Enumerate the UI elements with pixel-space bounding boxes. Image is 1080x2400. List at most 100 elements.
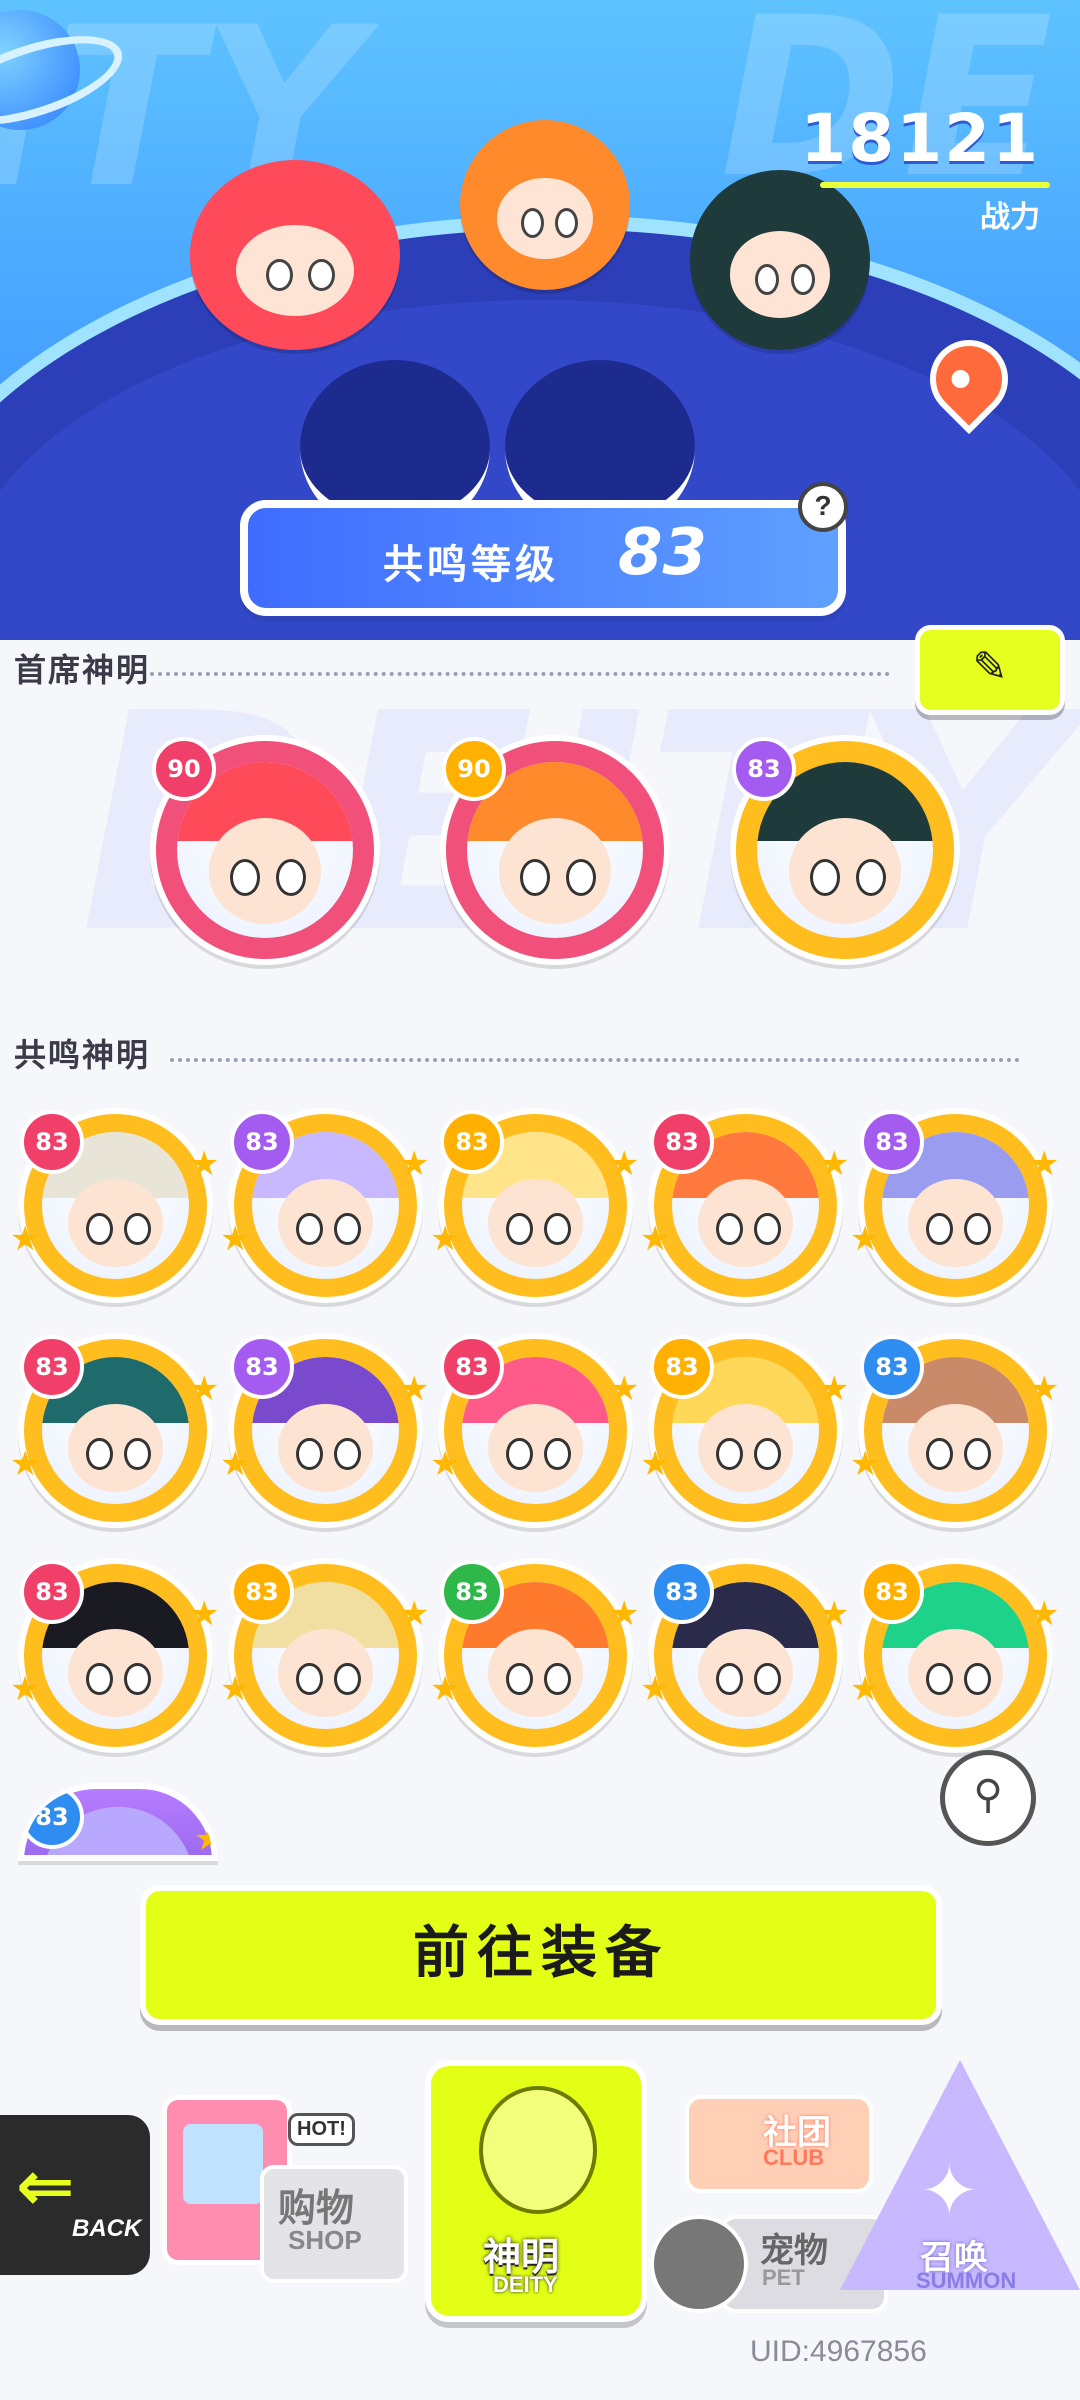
rank-star-icon: ★ <box>850 1445 881 1483</box>
rank-star-icon: ★ <box>399 1145 430 1183</box>
resonance-deity-card[interactable]: 83 ★ ★ <box>430 1558 639 1753</box>
portrait-eye <box>964 1212 991 1246</box>
nav-shop[interactable]: HOT! 购物 SHOP <box>150 2055 410 2285</box>
portrait-eye <box>926 1662 953 1696</box>
user-id-label: UID:4967856 <box>750 2335 927 2368</box>
rank-star-icon: ★ <box>189 1145 220 1183</box>
chief-deity-model-2[interactable] <box>460 120 630 290</box>
resonance-deity-card[interactable]: 83★★ <box>430 1333 639 1528</box>
portrait-eye <box>544 1212 571 1246</box>
pet-label-en: PET <box>762 2265 805 2290</box>
chief-deity-card-3[interactable]: 83 <box>730 735 960 965</box>
combat-power-label: 战力 <box>980 201 1040 234</box>
resonance-deities-title: 共鸣神明 <box>14 1037 151 1073</box>
rank-star-icon: ★ <box>430 1670 461 1708</box>
resonance-deity-card[interactable]: 83★★ <box>640 1108 849 1303</box>
rank-star-icon: ★ <box>1029 1595 1060 1633</box>
portrait-eye <box>544 1662 571 1696</box>
portrait-eye <box>506 1437 533 1471</box>
level-badge: 83 <box>650 1110 714 1174</box>
rank-star-icon: ★ <box>430 1445 461 1483</box>
rank-star-icon: ★ <box>189 1595 220 1633</box>
portrait-eye <box>544 1437 571 1471</box>
level-badge: 83 <box>20 1335 84 1399</box>
rank-star-icon: ★ <box>1029 1370 1060 1408</box>
rank-star-icon: ★ <box>609 1595 640 1633</box>
level-badge: 83 <box>440 1110 504 1174</box>
section-divider <box>150 672 890 676</box>
portrait-eye <box>716 1212 743 1246</box>
rank-star-icon: ★ <box>819 1370 850 1408</box>
level-badge: 83 <box>20 1110 84 1174</box>
resonance-deity-card[interactable]: 83★★ <box>640 1558 849 1753</box>
resonance-deity-card[interactable]: 83★★ <box>850 1108 1059 1303</box>
resonance-deity-card[interactable]: 83★★ <box>220 1333 429 1528</box>
rank-star-icon: ★ <box>10 1220 41 1258</box>
portrait-eye <box>716 1662 743 1696</box>
back-label: BACK <box>72 2215 142 2242</box>
resonance-deity-card[interactable]: 83★★ <box>850 1558 1059 1753</box>
combat-power-underline <box>820 182 1050 188</box>
chief-deity-model-1[interactable] <box>190 160 400 350</box>
rank-star-icon: ★ <box>850 1220 881 1258</box>
resonance-deity-card[interactable]: 83 ★ ★ <box>640 1333 849 1528</box>
deity-mascot-icon <box>479 2086 597 2214</box>
portrait-eye <box>86 1662 113 1696</box>
pencil-icon: ✎ <box>972 643 1008 690</box>
club-label-en: CLUB <box>763 2145 825 2170</box>
level-badge: 83 <box>650 1560 714 1624</box>
level-badge: 83 <box>24 1789 84 1849</box>
resonance-level-value: 83 <box>618 516 708 590</box>
portrait-eye <box>754 1212 781 1246</box>
rank-star-icon: ★ <box>220 1220 251 1258</box>
portrait-eye <box>296 1212 323 1246</box>
level-badge: 83 <box>650 1335 714 1399</box>
pet-icon <box>650 2215 748 2313</box>
hot-badge: HOT! <box>288 2113 355 2146</box>
chief-deities-title: 首席神明 <box>14 652 151 688</box>
rank-star-icon: ★ <box>819 1145 850 1183</box>
rank-star-icon: ★ <box>10 1670 41 1708</box>
level-badge: 83 <box>860 1335 924 1399</box>
portrait-eye <box>334 1437 361 1471</box>
resonance-level-panel: 共鸣等级 83 <box>240 500 846 616</box>
chief-deity-model-3[interactable] <box>690 170 870 350</box>
resonance-deity-card[interactable]: 83 ★ ★ <box>850 1333 1059 1528</box>
edit-chief-button[interactable]: ✎ <box>915 625 1065 715</box>
rank-star-icon: ★ <box>640 1445 671 1483</box>
rank-star-icon: ★ <box>609 1370 640 1408</box>
hero-banner: ITY DE 18121 战力 共鸣等级 83 ? <box>0 0 1080 640</box>
level-badge: 90 <box>152 737 216 801</box>
resonance-deity-card[interactable]: 83★★ <box>430 1108 639 1303</box>
nav-summon[interactable]: ✦ 召唤 SUMMON <box>830 2060 1080 2310</box>
resonance-deity-card[interactable]: 83★★ <box>10 1558 219 1753</box>
back-button[interactable]: ⇐ BACK <box>0 2115 150 2275</box>
portrait-eye <box>296 1662 323 1696</box>
filter-icon: ⚲ <box>973 1773 1003 1817</box>
level-badge: 83 <box>230 1560 294 1624</box>
nav-deity[interactable]: 神明 DEITY <box>425 2060 647 2322</box>
combat-power-value: 18121 <box>800 100 1040 177</box>
portrait-eye <box>926 1212 953 1246</box>
chief-deity-card-2[interactable]: 90 <box>440 735 670 965</box>
shop-label-en: SHOP <box>288 2225 362 2255</box>
level-badge: 83 <box>230 1335 294 1399</box>
portrait-eye <box>754 1437 781 1471</box>
resonance-deity-card[interactable]: 83★★ <box>10 1333 219 1528</box>
resonance-deity-card[interactable]: 83★★ <box>220 1558 429 1753</box>
section-divider <box>170 1058 1020 1062</box>
summon-label-en: SUMMON <box>916 2268 1017 2293</box>
chief-deity-card-1[interactable]: 90 <box>150 735 380 965</box>
go-equip-button[interactable]: 前往装备 <box>140 1885 942 2025</box>
rank-star-icon: ★ <box>850 1670 881 1708</box>
resonance-deity-card[interactable]: 83★★ <box>220 1108 429 1303</box>
portrait-eye <box>334 1662 361 1696</box>
filter-sort-button[interactable]: ⚲ <box>940 1750 1036 1846</box>
level-badge: 83 <box>440 1560 504 1624</box>
summon-star-icon: ✦ <box>920 2152 979 2230</box>
help-icon[interactable]: ? <box>798 482 848 532</box>
portrait-eye <box>124 1212 151 1246</box>
rank-star-icon: ★ <box>430 1220 461 1258</box>
resonance-deity-card[interactable]: 83 ★ ★ <box>10 1108 219 1303</box>
resonance-deity-card[interactable]: 83★★ <box>18 1783 218 1861</box>
